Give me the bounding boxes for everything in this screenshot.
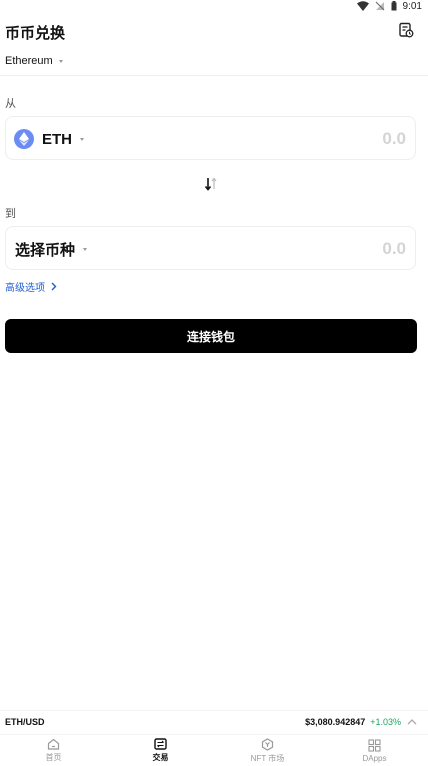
no-signal-icon — [375, 1, 384, 11]
title-bar: 币币兑换 — [0, 14, 428, 48]
nav-label-nft-market: NFT 市场 — [250, 753, 285, 763]
to-amount-input[interactable]: 0.0 — [382, 227, 406, 271]
ticker-change: +1.03% — [370, 717, 401, 727]
from-token-selector[interactable]: ETH — [14, 117, 84, 161]
bottom-nav: 首页 交易 NFT 市场 DApps — [0, 734, 428, 766]
history-icon — [399, 22, 414, 38]
ethereum-icon — [14, 129, 34, 149]
status-bar: 9:01 — [0, 0, 428, 12]
caret-down-icon — [83, 247, 88, 251]
nav-item-trade[interactable]: 交易 — [107, 735, 214, 766]
ticker-pair: ETH/USD — [5, 717, 45, 727]
nav-label-home: 首页 — [45, 753, 62, 762]
nav-label-dapps: DApps — [362, 753, 387, 763]
home-icon — [47, 738, 60, 750]
battery-icon — [391, 1, 397, 11]
caret-down-icon — [80, 137, 84, 141]
page-title: 币币兑换 — [5, 25, 66, 42]
network-selector[interactable]: Ethereum — [5, 52, 63, 70]
trade-icon — [154, 738, 167, 750]
chevron-up-icon[interactable] — [406, 718, 418, 726]
swap-arrows-icon — [204, 177, 217, 191]
status-time: 9:01 — [402, 0, 422, 12]
nav-label-trade: 交易 — [152, 753, 169, 762]
status-icons: 9:01 — [356, 0, 422, 12]
swap-direction-button[interactable] — [203, 176, 219, 192]
from-token-card: ETH 0.0 — [5, 116, 416, 160]
chevron-right-icon — [51, 282, 57, 290]
dapps-grid-icon — [368, 738, 381, 752]
to-token-name: 选择币种 — [15, 241, 76, 259]
to-token-selector[interactable]: 选择币种 — [15, 227, 88, 271]
nft-market-icon — [261, 737, 274, 751]
header-divider — [0, 75, 428, 76]
ticker-price: $3,080.942847 — [305, 717, 366, 727]
caret-down-icon — [58, 59, 63, 63]
to-token-card: 选择币种 0.0 — [5, 226, 416, 270]
from-token-name: ETH — [42, 130, 72, 148]
ticker-right: $3,080.942847 +1.03% — [305, 715, 418, 729]
wifi-icon — [356, 1, 369, 11]
history-button[interactable] — [398, 22, 416, 40]
from-amount-input[interactable]: 0.0 — [382, 117, 406, 161]
to-label: 到 — [5, 208, 16, 220]
from-label: 从 — [5, 98, 16, 110]
nav-item-nft-market[interactable]: NFT 市场 — [214, 735, 321, 766]
nav-item-home[interactable]: 首页 — [0, 735, 107, 766]
nav-item-dapps[interactable]: DApps — [321, 735, 428, 766]
price-ticker-bar[interactable]: ETH/USD $3,080.942847 +1.03% — [0, 710, 428, 734]
advanced-options-link[interactable]: 高级选项 — [5, 279, 57, 294]
connect-wallet-button[interactable]: 连接钱包 — [5, 319, 417, 353]
advanced-options-label: 高级选项 — [5, 282, 45, 294]
network-name: Ethereum — [5, 55, 53, 67]
